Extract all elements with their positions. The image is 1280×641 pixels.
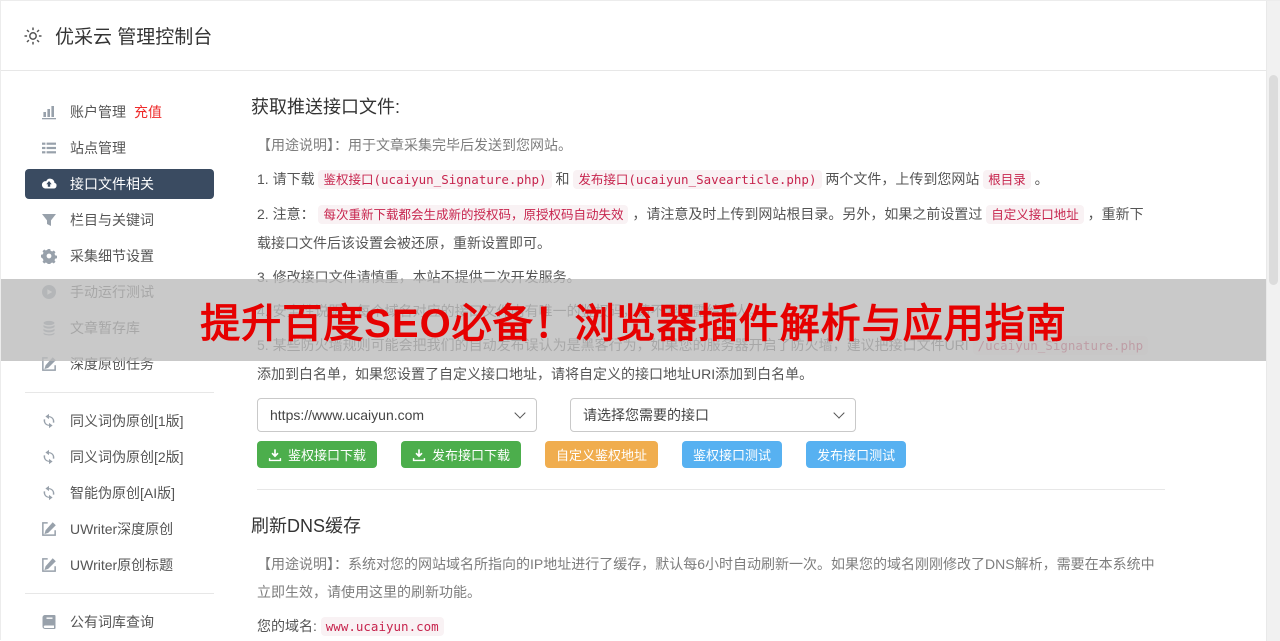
usage-note: 【用途说明】：用于文章采集完毕后发送到您网站。 [257, 131, 1157, 159]
section-divider [257, 489, 1165, 490]
sidebar-item-label: 栏目与关键词 [70, 210, 154, 230]
refresh-icon [41, 485, 57, 501]
app-title: 优采云 管理控制台 [55, 22, 212, 49]
chart-bar-icon [41, 104, 57, 120]
scrollbar[interactable] [1266, 1, 1280, 641]
inline-code: 自定义接口地址 [986, 205, 1084, 224]
sidebar-item-label: 账户管理 [70, 102, 126, 122]
button-row: 鉴权接口下载 发布接口下载 自定义鉴权地址 鉴权接口测试 发布接口测试 [257, 441, 1157, 468]
section-title-interface-files: 获取推送接口文件: [251, 93, 1157, 119]
download-publish-button[interactable]: 发布接口下载 [401, 441, 521, 468]
instruction-1: 1. 请下载 鉴权接口(ucaiyun_Signature.php) 和 发布接… [257, 165, 1157, 194]
refresh-icon [41, 449, 57, 465]
sidebar-item-synonym-v2[interactable]: 同义词伪原创[2版] [25, 439, 214, 475]
chevron-down-icon [514, 407, 525, 418]
site-select[interactable]: https://www.ucaiyun.com [257, 398, 537, 432]
download-icon [412, 448, 426, 462]
cloud-upload-icon [41, 176, 57, 192]
refresh-icon [41, 413, 57, 429]
sidebar-item-label: 站点管理 [70, 138, 126, 158]
test-auth-button[interactable]: 鉴权接口测试 [682, 441, 782, 468]
interface-select-value: 请选择您需要的接口 [583, 405, 709, 425]
site-select-value: https://www.ucaiyun.com [270, 407, 424, 423]
sidebar-divider [25, 593, 214, 594]
sidebar-item-uwriter-deep[interactable]: UWriter深度原创 [25, 511, 214, 547]
domain-value: www.ucaiyun.com [321, 617, 444, 636]
sidebar-item-label: 同义词伪原创[1版] [70, 411, 184, 431]
sidebar-item-uwriter-title[interactable]: UWriter原创标题 [25, 547, 214, 583]
recharge-badge[interactable]: 充值 [134, 102, 162, 122]
edit-icon [41, 557, 57, 573]
inline-code: 根目录 [983, 170, 1031, 189]
promo-banner-text: 提升百度SEO必备！浏览器插件解析与应用指南 [200, 291, 1066, 349]
download-icon [268, 448, 282, 462]
filter-icon [41, 212, 57, 228]
sidebar-item-label: 同义词伪原创[2版] [70, 447, 184, 467]
app-window: 优采云 管理控制台 账户管理充值站点管理接口文件相关栏目与关键词采集细节设置手动… [0, 0, 1280, 640]
button-label: 发布接口测试 [817, 445, 895, 464]
dns-usage-note: 【用途说明】：系统对您的网站域名所指向的IP地址进行了缓存，默认每6小时自动刷新… [257, 550, 1157, 606]
sidebar-item-label: UWriter深度原创 [70, 519, 173, 539]
sidebar-item-label: 智能伪原创[AI版] [70, 483, 175, 503]
chevron-down-icon [833, 407, 844, 418]
sidebar-item-label: 公有词库查询 [70, 612, 154, 632]
instruction-2: 2. 注意： 每次重新下载都会生成新的授权码，原授权码自动失效 ，请注意及时上传… [257, 200, 1157, 257]
sidebar-item-interface-files[interactable]: 接口文件相关 [25, 169, 214, 199]
app-header: 优采云 管理控制台 [1, 1, 1266, 71]
button-label: 发布接口下载 [432, 445, 510, 464]
sidebar-divider [25, 392, 214, 393]
test-publish-button[interactable]: 发布接口测试 [806, 441, 906, 468]
sidebar-item-account[interactable]: 账户管理充值 [25, 94, 214, 130]
custom-auth-url-button[interactable]: 自定义鉴权地址 [545, 441, 658, 468]
sidebar-item-sites[interactable]: 站点管理 [25, 130, 214, 166]
scrollbar-thumb[interactable] [1269, 75, 1278, 285]
sidebar-item-label: 接口文件相关 [70, 174, 154, 194]
inline-code: 每次重新下载都会生成新的授权码，原授权码自动失效 [318, 205, 628, 224]
sidebar-item-columns-keywords[interactable]: 栏目与关键词 [25, 202, 214, 238]
select-row: https://www.ucaiyun.com 请选择您需要的接口 [257, 398, 1157, 432]
section-title-dns: 刷新DNS缓存 [251, 512, 1157, 538]
download-auth-button[interactable]: 鉴权接口下载 [257, 441, 377, 468]
sidebar-item-collect-settings[interactable]: 采集细节设置 [25, 238, 214, 274]
interface-select[interactable]: 请选择您需要的接口 [570, 398, 856, 432]
sidebar-item-synonym-v1[interactable]: 同义词伪原创[1版] [25, 403, 214, 439]
sidebar-item-ai-rewrite[interactable]: 智能伪原创[AI版] [25, 475, 214, 511]
sidebar-group: 同义词伪原创[1版] 同义词伪原创[2版] 智能伪原创[AI版] UWriter深度原… [1, 403, 241, 583]
sidebar-item-label: 采集细节设置 [70, 246, 154, 266]
inline-code: 发布接口(ucaiyun_Savearticle.php) [573, 170, 821, 189]
edit-icon [41, 521, 57, 537]
gear-icon [23, 26, 43, 46]
book-icon [41, 614, 57, 630]
list-icon [41, 140, 57, 156]
sidebar-item-public-thesaurus[interactable]: 公有词库查询 [25, 604, 214, 640]
promo-banner: 提升百度SEO必备！浏览器插件解析与应用指南 [1, 279, 1266, 361]
button-label: 鉴权接口测试 [693, 445, 771, 464]
sidebar-group: 公有词库查询 [1, 604, 241, 640]
domain-line: 您的域名: www.ucaiyun.com [257, 612, 1157, 641]
button-label: 自定义鉴权地址 [556, 445, 647, 464]
inline-code: 鉴权接口(ucaiyun_Signature.php) [318, 170, 551, 189]
domain-label: 您的域名: [257, 618, 317, 634]
button-label: 鉴权接口下载 [288, 445, 366, 464]
gear-icon [41, 248, 57, 264]
sidebar-item-label: UWriter原创标题 [70, 555, 173, 575]
